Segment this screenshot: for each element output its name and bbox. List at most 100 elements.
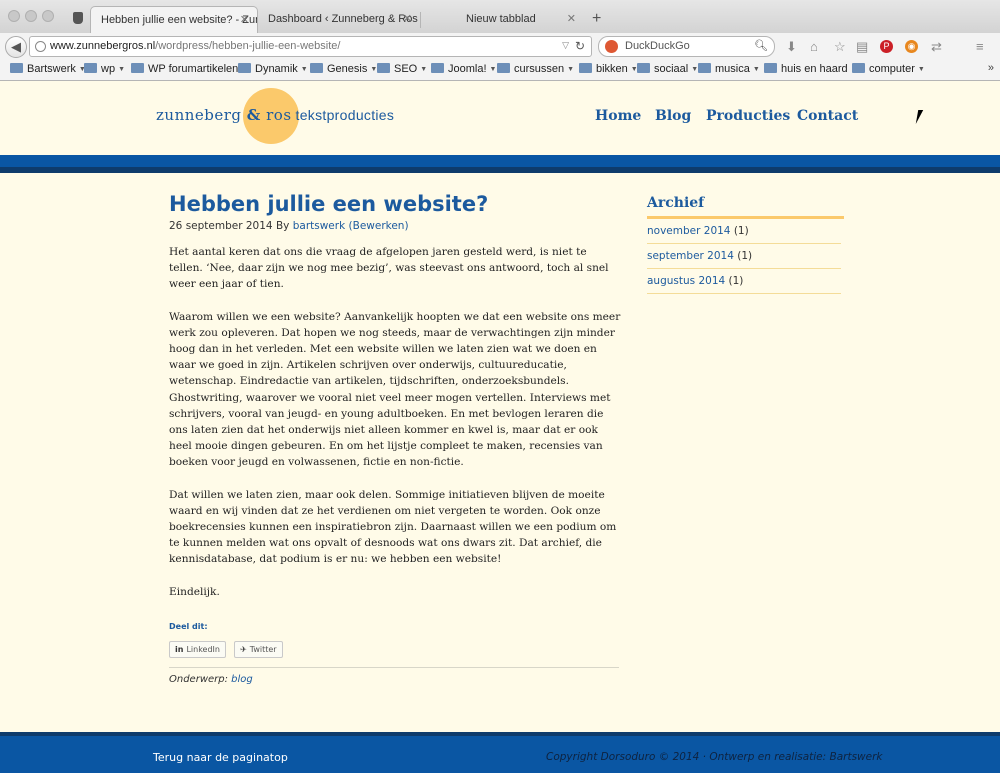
home-icon[interactable]: ⌂ [810,40,818,53]
logo-tagline: tekstproducties [295,107,395,123]
post-date: 26 september 2014 [169,220,273,232]
twitter-icon: ✈ [240,644,247,654]
post-title[interactable]: Hebben jullie een website? [169,190,621,218]
pinned-tab-icon[interactable] [73,12,83,24]
bookmark-folder[interactable]: sociaal ▼ [637,63,698,75]
post-author-link[interactable]: bartswerk [293,220,345,232]
folder-icon [497,63,510,73]
url-bar[interactable]: www.zunnebergros.nl/wordpress/hebben-jul… [29,36,592,57]
archive-link[interactable]: september 2014 [647,250,734,262]
search-icon[interactable]: 🔍︎ [754,39,768,52]
tab-title: Nieuw tabblad [466,13,536,25]
bookmark-folder[interactable]: Joomla! ▼ [431,63,496,75]
post-paragraph: Dat willen we laten zien, maar ook delen… [169,488,617,566]
new-tab-icon[interactable]: + [592,10,601,28]
archive-item[interactable]: november 2014 (1) [647,219,841,244]
back-button[interactable]: ◀ [5,36,27,58]
blog-post: Hebben jullie een website? 26 september … [169,190,621,685]
category-label: Onderwerp: [169,673,228,685]
url-domain: www.zunnebergros.nl [50,40,156,52]
bookmark-folder[interactable]: cursussen ▼ [497,63,574,75]
bookmark-folder[interactable]: huis en haard▼ [764,63,858,75]
bookmark-star-icon[interactable]: ☆ [834,40,846,53]
logo-amp: & [246,106,261,124]
category-link[interactable]: blog [231,674,253,685]
tab-active[interactable]: Hebben jullie een website? - Zun... ✕ [90,6,258,33]
nav-home[interactable]: Home [595,108,641,124]
post-paragraph: Waarom willen we een website? Aanvankeli… [169,310,621,469]
search-placeholder: DuckDuckGo [625,40,690,52]
bookmark-folder[interactable]: Bartswerk ▼ [10,63,86,75]
tab-title: Hebben jullie een website? - Zun... [101,14,258,26]
folder-icon [238,63,251,73]
navigation-toolbar: ◀ www.zunnebergros.nl/wordpress/hebben-j… [0,33,1000,59]
search-bar[interactable]: DuckDuckGo 🔍︎ [598,36,775,57]
post-category: Onderwerp: blog [169,666,619,685]
url-dropdown-icon[interactable]: ▽ [562,40,569,51]
folder-icon [310,63,323,73]
bookmark-folder[interactable]: musica ▼ [698,63,760,75]
reload-icon[interactable]: ↻ [575,39,585,53]
tab-bar: Hebben jullie een website? - Zun... ✕ Da… [0,0,1000,33]
close-tab-icon[interactable]: ✕ [567,12,576,25]
nav-producties[interactable]: Producties [706,108,790,124]
folder-icon [431,63,444,73]
nav-blog[interactable]: Blog [655,108,691,124]
post-meta: 26 september 2014 By bartswerk (Bewerken… [169,220,621,232]
site-footer: Terug naar de paginatop Copyright Dorsod… [0,732,1000,773]
folder-icon [852,63,865,73]
share-label: Deel dit: [169,621,208,631]
globe-icon [35,41,46,52]
bookmark-folder[interactable]: bikken ▼ [579,63,638,75]
minimize-window-button[interactable] [25,10,37,22]
browser-chrome: Hebben jullie een website? - Zun... ✕ Da… [0,0,1000,81]
archive-count: (1) [737,250,753,262]
copyright-text: Copyright Dorsoduro © 2014 · Ontwerp en … [546,751,883,763]
archive-link[interactable]: augustus 2014 [647,275,725,287]
bookmark-folder[interactable]: Genesis ▼ [310,63,377,75]
archive-link[interactable]: november 2014 [647,225,730,237]
folder-icon [698,63,711,73]
close-tab-icon[interactable]: ✕ [403,12,412,25]
logo-name-1: zunneberg [156,106,242,124]
pinterest-icon[interactable]: P [880,40,893,53]
back-to-top-link[interactable]: Terug naar de paginatop [153,751,288,764]
bookmark-folder[interactable]: computer ▼ [852,63,925,75]
zoom-window-button[interactable] [42,10,54,22]
logo-name-2: ros [266,106,292,124]
folder-icon [377,63,390,73]
archive-item[interactable]: september 2014 (1) [647,244,841,269]
menu-icon[interactable]: ≡ [976,40,984,53]
folder-icon [579,63,592,73]
close-window-button[interactable] [8,10,20,22]
more-bookmarks-icon[interactable]: » [988,62,994,74]
share-buttons: in LinkedIn ✈ Twitter [169,637,621,658]
bookmark-folder[interactable]: wp ▼ [84,63,125,75]
download-icon[interactable]: ⬇ [786,40,797,53]
post-paragraph: Het aantal keren dat ons die vraag de af… [169,246,609,291]
share-linkedin-button[interactable]: in LinkedIn [169,640,226,658]
reading-list-icon[interactable]: ▤ [856,40,868,53]
folder-icon [10,63,23,73]
site-logo[interactable]: zunneberg & ros tekstproducties [156,106,394,124]
share-twitter-button[interactable]: ✈ Twitter [234,640,283,658]
post-paragraph: Eindelijk. [169,585,220,598]
close-tab-icon[interactable]: ✕ [240,13,249,26]
bookmark-folder[interactable]: WP forumartikelen▼ [131,63,248,75]
archive-count: (1) [728,275,744,287]
post-edit-link[interactable]: (Bewerken) [349,220,409,232]
bookmark-folder[interactable]: Dynamik ▼ [238,63,308,75]
folder-icon [637,63,650,73]
nav-contact[interactable]: Contact [797,108,858,124]
header-band-dark [0,167,1000,173]
tab-dashboard[interactable]: Dashboard ‹ Zunneberg & Ros ... ✕ [258,6,420,33]
bookmark-folder[interactable]: SEO ▼ [377,63,427,75]
share-icon[interactable]: ⇄ [931,40,942,53]
tab-title: Dashboard ‹ Zunneberg & Ros ... [268,13,420,25]
tab-new[interactable]: Nieuw tabblad ✕ [420,6,584,33]
extension-icon[interactable]: ◉ [905,40,918,53]
archive-title: Archief [647,195,844,219]
post-by: By [275,220,290,232]
archive-item[interactable]: augustus 2014 (1) [647,269,841,294]
archive-count: (1) [733,225,749,237]
